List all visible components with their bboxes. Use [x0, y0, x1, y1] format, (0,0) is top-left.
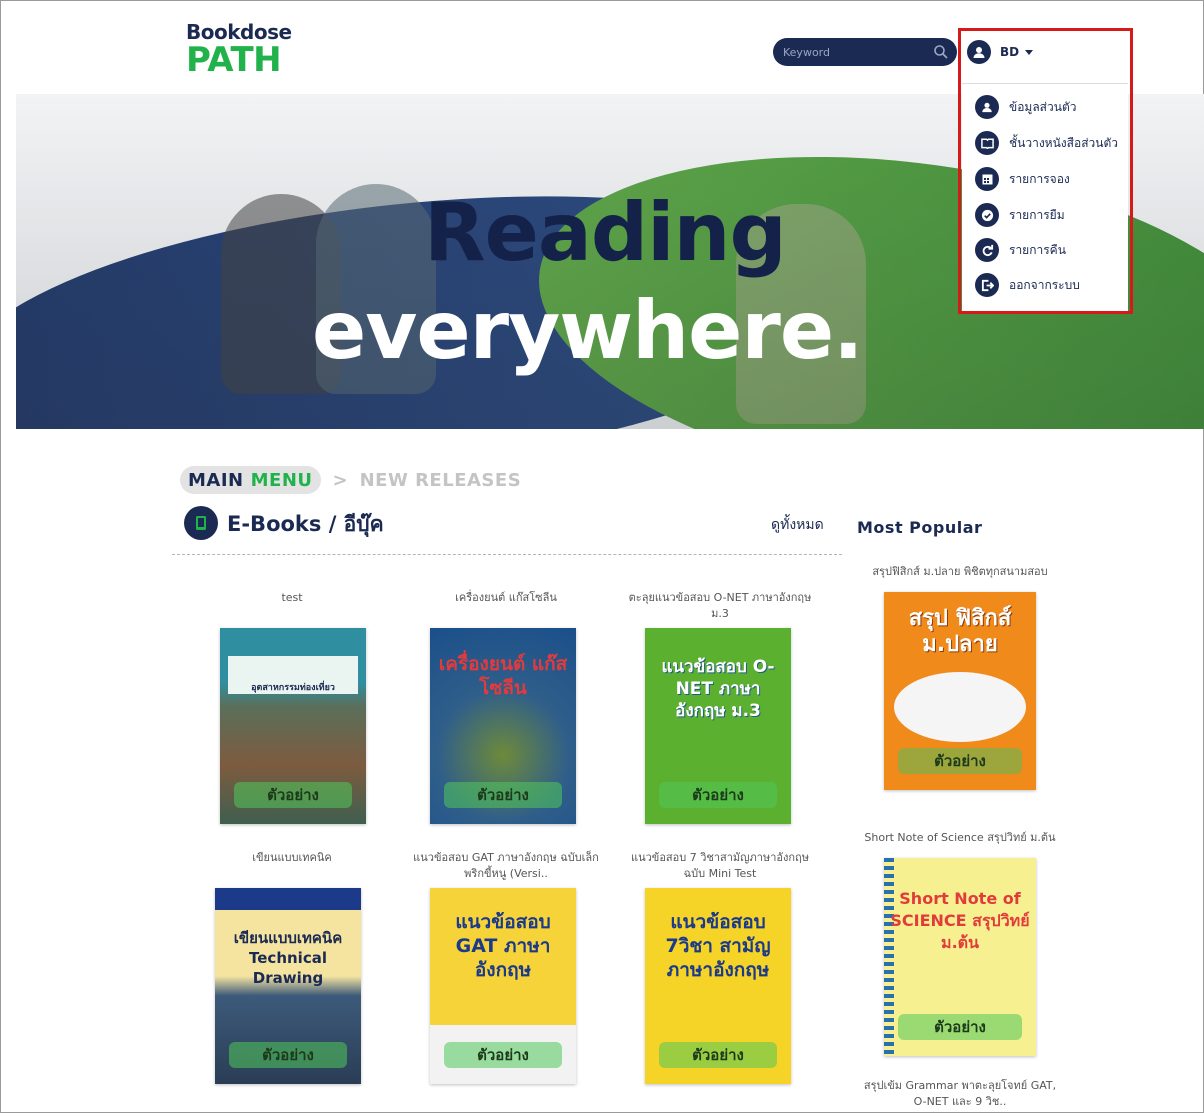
- user-icon: [975, 95, 999, 119]
- cover-band: [215, 888, 361, 910]
- check-circle-icon: [975, 203, 999, 227]
- hero-title-line1: Reading: [424, 186, 787, 279]
- cover-text: อุตสาหกรรมท่องเที่ยว: [251, 683, 335, 693]
- menu-item-label: รายการจอง: [1009, 171, 1070, 186]
- book-title[interactable]: ตะลุยแนวข้อสอบ O-NET ภาษาอังกฤษ ม.3: [620, 590, 820, 622]
- user-icon: [967, 40, 991, 64]
- sample-button[interactable]: ตัวอย่าง: [229, 1042, 347, 1068]
- popular-book-title[interactable]: Short Note of Science สรุปวิทย์ ม.ต้น: [860, 830, 1060, 846]
- search-input[interactable]: [783, 42, 933, 62]
- chevron-down-icon: [1025, 49, 1034, 55]
- breadcrumb: MAIN MENU > NEW RELEASES: [180, 466, 521, 494]
- sample-button[interactable]: ตัวอย่าง: [444, 782, 562, 808]
- most-popular-title: Most Popular: [857, 518, 983, 537]
- cover-text: Short Note of SCIENCE สรุปวิทย์ ม.ต้น: [890, 889, 1030, 952]
- book-cover[interactable]: เครื่องยนต์ แก๊สโซลีน ตัวอย่าง: [430, 628, 576, 824]
- sample-button[interactable]: ตัวอย่าง: [659, 782, 777, 808]
- menu-item-bookshelf[interactable]: ชั้นวางหนังสือส่วนตัว: [975, 130, 1118, 156]
- sample-button[interactable]: ตัวอย่าง: [659, 1042, 777, 1068]
- cover-illustration: [894, 672, 1026, 742]
- popular-book-title[interactable]: สรุปเข้ม Grammar พาตะลุยโจทย์ GAT, O-NET…: [860, 1078, 1060, 1110]
- book-title[interactable]: แนวข้อสอบ GAT ภาษาอังกฤษ ฉบับเล็กพริกขี้…: [406, 850, 606, 882]
- sample-button[interactable]: ตัวอย่าง: [898, 1014, 1022, 1040]
- menu-item-returned[interactable]: รายการคืน: [975, 237, 1066, 263]
- menu-item-reservations[interactable]: รายการจอง: [975, 166, 1070, 192]
- breadcrumb-main-menu[interactable]: MAIN MENU: [180, 466, 321, 494]
- breadcrumb-main: MAIN: [188, 469, 244, 491]
- cover-text: เครื่องยนต์ แก๊สโซลีน: [438, 653, 568, 699]
- book-cover[interactable]: แนวข้อสอบ GAT ภาษาอังกฤษ ตัวอย่าง: [430, 888, 576, 1084]
- popular-book-cover[interactable]: สรุป ฟิสิกส์ ม.ปลาย ตัวอย่าง: [884, 592, 1036, 790]
- search-box: [773, 38, 957, 66]
- cover-text: แนวข้อสอบ 7วิชา สามัญ ภาษาอังกฤษ: [665, 911, 771, 981]
- sample-button[interactable]: ตัวอย่าง: [444, 1042, 562, 1068]
- logout-icon: [975, 273, 999, 297]
- hero-title-line2: everywhere.: [312, 284, 863, 377]
- menu-item-label: รายการคืน: [1009, 242, 1066, 257]
- book-cover[interactable]: แนวข้อสอบ O-NET ภาษาอังกฤษ ม.3 ตัวอย่าง: [645, 628, 791, 824]
- menu-item-label: ออกจากระบบ: [1009, 277, 1080, 292]
- see-all-link[interactable]: ดูทั้งหมด: [771, 514, 824, 536]
- cover-text: สรุป ฟิสิกส์ ม.ปลาย: [908, 606, 1012, 657]
- popular-book-title[interactable]: สรุปฟิสิกส์ ม.ปลาย พิชิตทุกสนามสอบ: [860, 564, 1060, 580]
- menu-item-profile[interactable]: ข้อมูลส่วนตัว: [975, 94, 1076, 120]
- sample-button[interactable]: ตัวอย่าง: [234, 782, 352, 808]
- cover-text: แนวข้อสอบ O-NET ภาษาอังกฤษ ม.3: [661, 657, 775, 721]
- breadcrumb-separator: >: [332, 469, 348, 491]
- book-title[interactable]: แนวข้อสอบ 7 วิชาสามัญภาษาอังกฤษ ฉบับ Min…: [620, 850, 820, 882]
- book-title[interactable]: เครื่องยนต์ แก๊สโซลีน: [406, 590, 606, 606]
- ebook-icon: [184, 506, 218, 540]
- user-name: BD: [1000, 45, 1020, 59]
- calendar-icon: [975, 167, 999, 191]
- user-menu-toggle[interactable]: BD: [967, 38, 1034, 66]
- book-title[interactable]: เขียนแบบเทคนิค: [192, 850, 392, 866]
- breadcrumb-menu: MENU: [250, 469, 313, 491]
- menu-item-borrowed[interactable]: รายการยืม: [975, 202, 1065, 228]
- book-cover[interactable]: เขียนแบบเทคนิค Technical Drawing ตัวอย่า…: [215, 888, 361, 1084]
- sample-button[interactable]: ตัวอย่าง: [898, 748, 1022, 774]
- menu-item-label: รายการยืม: [1009, 207, 1065, 222]
- cover-text: แนวข้อสอบ GAT ภาษาอังกฤษ: [455, 911, 551, 981]
- menu-item-label: ชั้นวางหนังสือส่วนตัว: [1009, 135, 1118, 150]
- book-cover[interactable]: อุตสาหกรรมท่องเที่ยว ตัวอย่าง: [220, 628, 366, 824]
- section-divider: [172, 554, 842, 555]
- search-icon[interactable]: [933, 44, 949, 60]
- section-title: E-Books / อีบุ๊ค: [227, 512, 384, 536]
- book-cover[interactable]: แนวข้อสอบ 7วิชา สามัญ ภาษาอังกฤษ ตัวอย่า…: [645, 888, 791, 1084]
- popular-book-cover[interactable]: Short Note of SCIENCE สรุปวิทย์ ม.ต้น ตั…: [884, 858, 1036, 1056]
- logo-bottom-text: PATH: [186, 40, 282, 80]
- cover-text: เขียนแบบเทคนิค Technical Drawing: [233, 929, 343, 987]
- book-title[interactable]: test: [192, 590, 392, 606]
- refresh-icon: [975, 238, 999, 262]
- menu-item-label: ข้อมูลส่วนตัว: [1009, 99, 1077, 114]
- breadcrumb-current: NEW RELEASES: [359, 469, 522, 491]
- logo[interactable]: Bookdose PATH: [186, 20, 292, 80]
- book-open-icon: [975, 131, 999, 155]
- menu-item-logout[interactable]: ออกจากระบบ: [975, 272, 1080, 298]
